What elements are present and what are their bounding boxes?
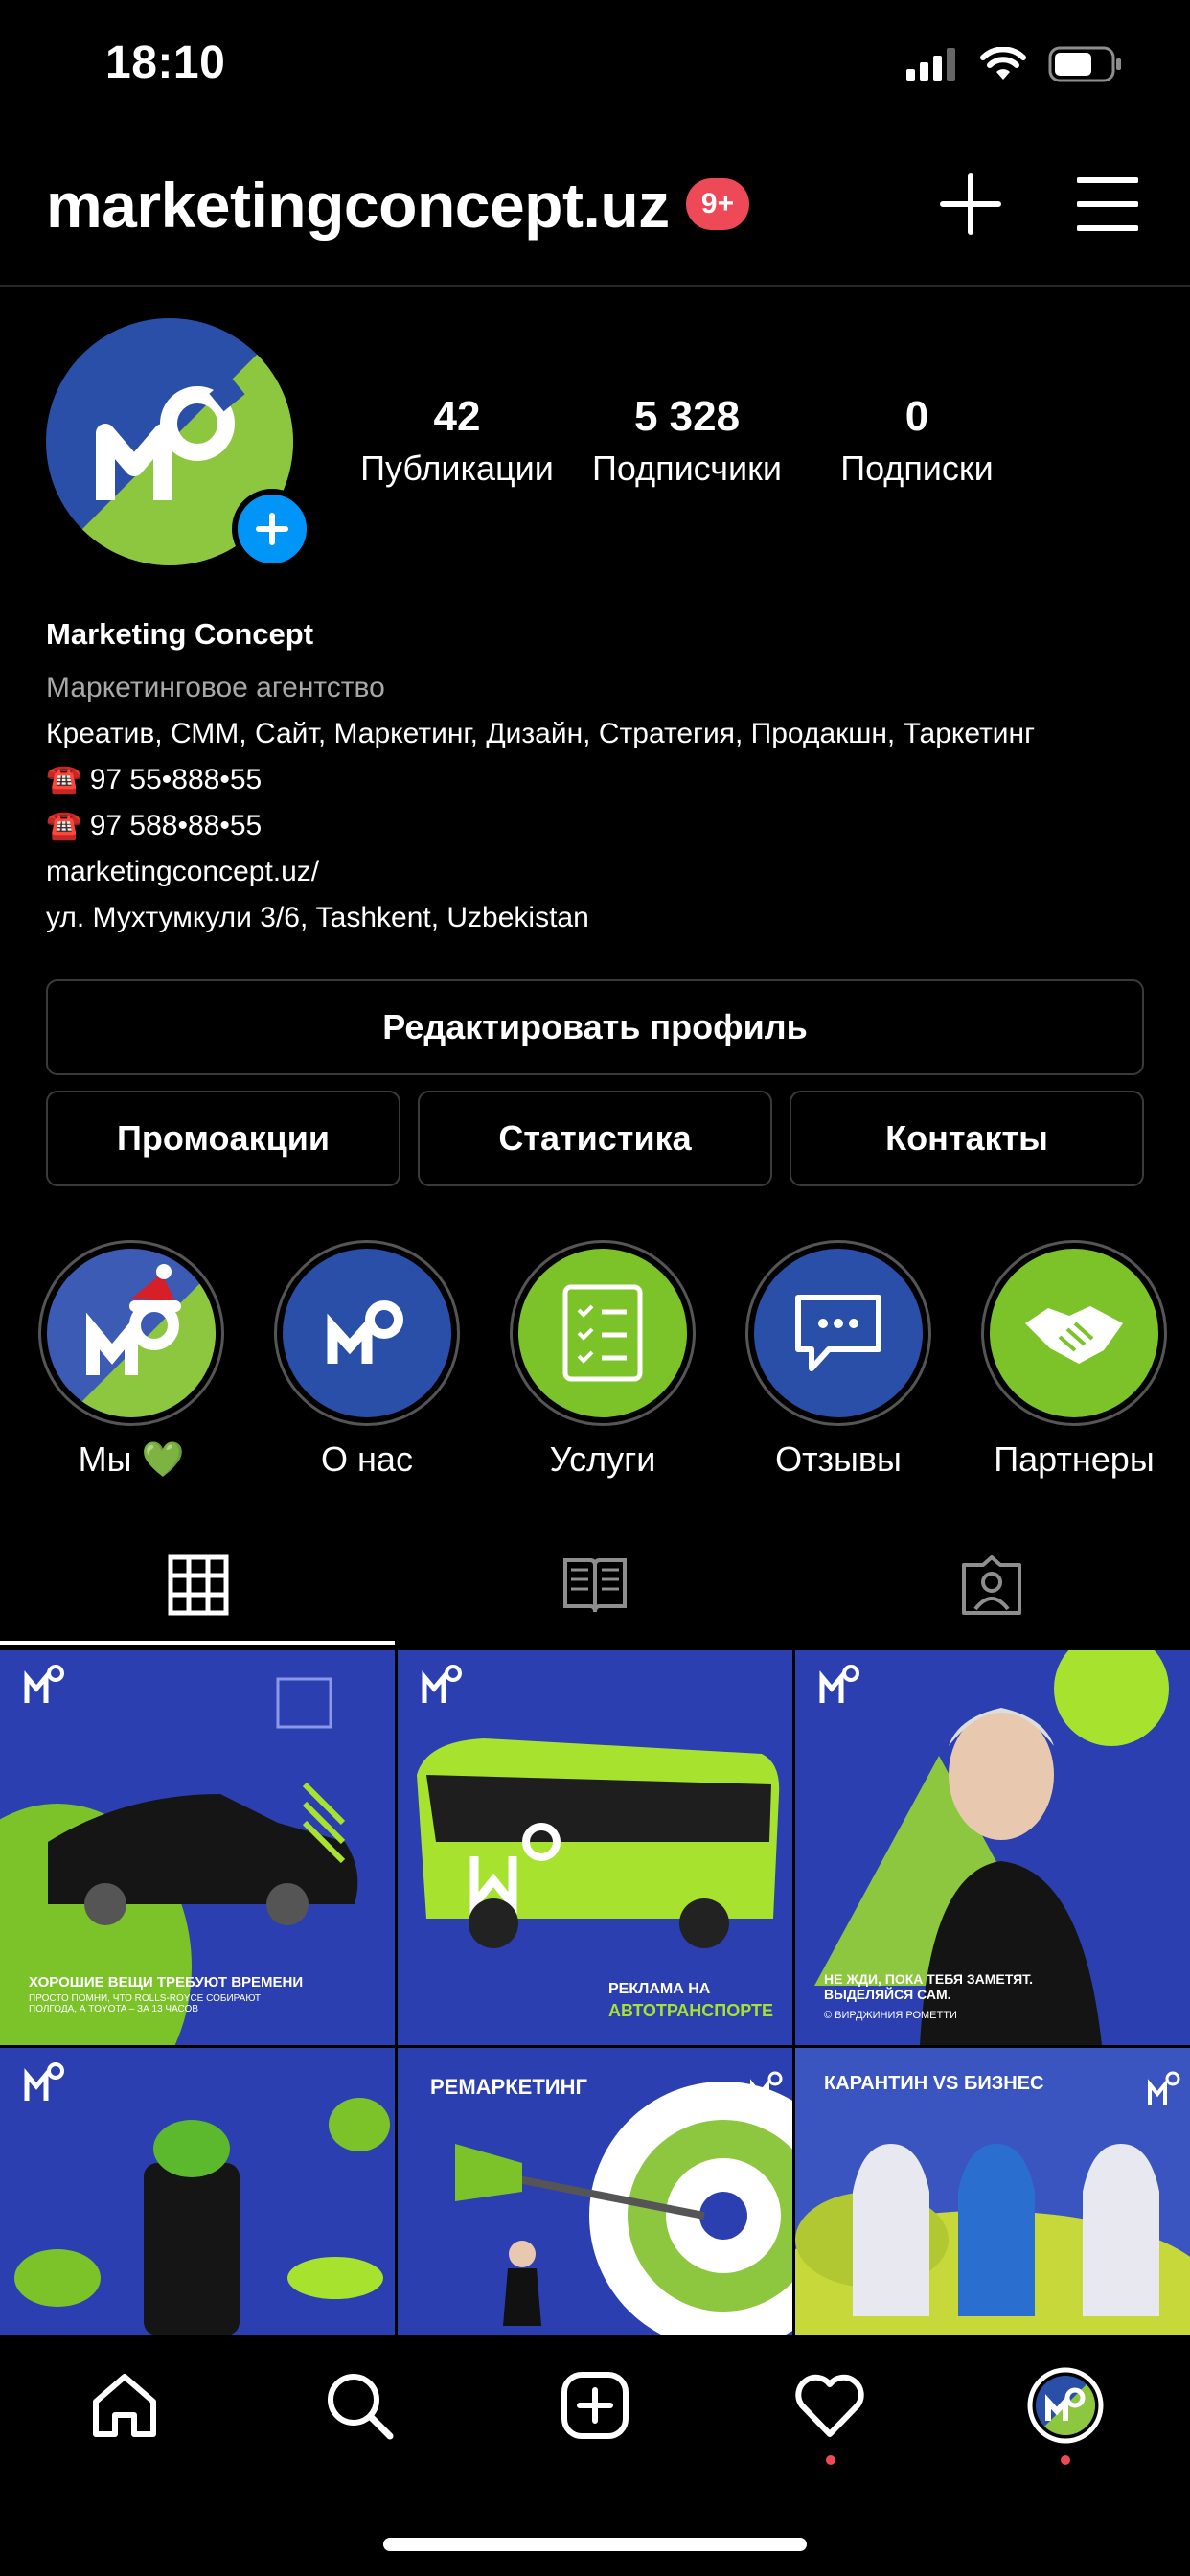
nav-home[interactable] [86, 2367, 163, 2444]
active-tab-indicator [0, 1641, 395, 1644]
post-subcaption: АВТОТРАНСПОРТЕ [608, 2001, 773, 2020]
menu-button[interactable] [1076, 176, 1139, 232]
highlight-label: Мы 💚 [78, 1439, 185, 1479]
highlight-ring [38, 1240, 224, 1426]
header-divider [0, 285, 1190, 287]
mc-santa-logo-icon [47, 1249, 216, 1417]
plus-icon [940, 173, 1001, 235]
tab-guides[interactable] [397, 1524, 793, 1646]
activity-notification-dot [826, 2455, 835, 2465]
status-icons [906, 46, 1123, 82]
home-icon [93, 2374, 156, 2437]
promotions-button[interactable]: Промоакции [46, 1091, 400, 1186]
bus-post-image [398, 1650, 792, 2045]
search-icon [328, 2374, 394, 2440]
highlight-label: О нас [321, 1439, 413, 1479]
highlight-item[interactable]: Услуги [510, 1240, 696, 1480]
nav-create[interactable] [557, 2367, 633, 2444]
highlight-label: Партнеры [994, 1439, 1155, 1479]
hamburger-icon [1076, 177, 1139, 231]
highlight-item[interactable]: О нас [274, 1240, 460, 1480]
bio-name: Marketing Concept [46, 617, 314, 651]
highlight-item[interactable]: Мы 💚 [38, 1240, 224, 1480]
nav-search[interactable] [321, 2367, 398, 2444]
checklist-icon [562, 1284, 643, 1382]
stat-value: 0 [904, 393, 929, 440]
post-caption: РЕМАРКЕТИНГ [430, 2075, 587, 2099]
profile-tabs [0, 1524, 1190, 1646]
wifi-icon [980, 47, 1026, 80]
highlight-cover [754, 1249, 923, 1417]
bio-description: Креатив, СММ, Сайт, Маркетинг, Дизайн, С… [46, 718, 1036, 749]
battery-icon [1048, 46, 1121, 82]
bio-category: Маркетинговое агентство [46, 672, 385, 703]
stat-label: Подписчики [591, 448, 783, 488]
post-caption: ХОРОШИЕ ВЕЩИ ТРЕБУЮТ ВРЕМЕНИ [29, 1974, 304, 1990]
tab-tagged[interactable] [793, 1524, 1190, 1646]
bio-phone[interactable]: ☎️ 97 55•888•55 [46, 757, 262, 803]
create-button[interactable] [939, 172, 1002, 236]
stat-value: 5 328 [633, 393, 741, 440]
post-thumbnail[interactable]: РЕКЛАМА НА АВТОТРАНСПОРТЕ [398, 1650, 792, 2045]
post-thumbnail[interactable]: НЕ ЖДИ, ПОКА ТЕБЯ ЗАМЕТЯТ. ВЫДЕЛЯЙСЯ САМ… [795, 1650, 1190, 2045]
bio-address[interactable]: ул. Мухтумкули 3/6, Tashkent, Uzbekistan [46, 895, 589, 941]
insights-button[interactable]: Статистика [418, 1091, 772, 1186]
post-caption: РЕКЛАМА НА [608, 1981, 711, 1997]
home-indicator[interactable] [383, 2538, 807, 2551]
highlight-label: Отзывы [775, 1439, 902, 1479]
guide-icon [563, 1558, 627, 1613]
chat-bubble-icon [795, 1295, 881, 1371]
highlight-cover [47, 1249, 216, 1417]
phone-post-image [0, 2048, 395, 2335]
profile-avatar-icon [1027, 2367, 1104, 2444]
highlight-item[interactable]: Партнеры [981, 1240, 1167, 1480]
bio-link[interactable]: marketingconcept.uz/ [46, 849, 319, 895]
handshake-icon [1025, 1306, 1123, 1364]
status-time: 18:10 [105, 37, 226, 88]
add-story-button[interactable] [232, 489, 312, 569]
post-thumbnail[interactable]: ХОРОШИЕ ВЕЩИ ТРЕБУЮТ ВРЕМЕНИ ПРОСТО ПОМН… [0, 1650, 395, 2045]
stat-label: Публикации [360, 448, 554, 488]
highlight-label: Услуги [549, 1439, 656, 1479]
plus-icon [256, 513, 288, 545]
highlight-ring [510, 1240, 696, 1426]
post-subcaption: © ВИРДЖИНИЯ РОМЕТТИ [824, 2010, 957, 2021]
tagged-icon [962, 1555, 1021, 1615]
contacts-button[interactable]: Контакты [790, 1091, 1144, 1186]
heart-icon [795, 2374, 864, 2437]
profile-notification-dot [1061, 2455, 1070, 2465]
profile-username[interactable]: marketingconcept.uz [46, 169, 670, 242]
bio-phone[interactable]: ☎️ 97 588•88•55 [46, 803, 262, 849]
stat-posts[interactable]: 42 Публикации [347, 393, 567, 489]
post-caption: НЕ ЖДИ, ПОКА ТЕБЯ ЗАМЕТЯТ. ВЫДЕЛЯЙСЯ САМ… [824, 1971, 1034, 2002]
highlight-ring [981, 1240, 1167, 1426]
nav-activity[interactable] [791, 2367, 868, 2444]
post-subcaption: ПРОСТО ПОМНИ, ЧТО ROLLS-ROYCE СОБИРАЮТ П… [29, 1993, 261, 2014]
edit-profile-button[interactable]: Редактировать профиль [46, 979, 1144, 1075]
nav-profile[interactable] [1027, 2367, 1104, 2444]
highlight-cover [283, 1249, 451, 1417]
highlight-cover [990, 1249, 1158, 1417]
mc-logo-icon [327, 1300, 403, 1364]
post-caption: КАРАНТИН VS БИЗНЕС [824, 2073, 1044, 2094]
highlight-cover [518, 1249, 687, 1417]
add-post-icon [561, 2372, 629, 2439]
signal-icon [906, 48, 955, 80]
stat-value: 42 [433, 393, 481, 440]
highlight-item[interactable]: Отзывы [745, 1240, 931, 1480]
stat-following[interactable]: 0 Подписки [807, 393, 1027, 489]
notification-badge[interactable]: 9+ [686, 178, 749, 230]
grid-icon [168, 1554, 229, 1616]
highlight-ring [274, 1240, 460, 1426]
highlight-ring [745, 1240, 931, 1426]
stat-followers[interactable]: 5 328 Подписчики [577, 393, 797, 489]
stat-label: Подписки [840, 448, 994, 488]
tab-posts-grid[interactable] [0, 1524, 397, 1646]
